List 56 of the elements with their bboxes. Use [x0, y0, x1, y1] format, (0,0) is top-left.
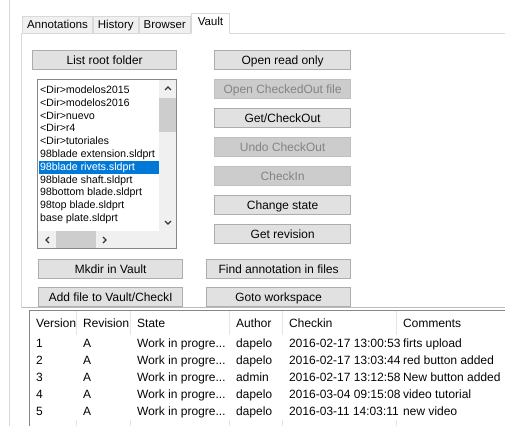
tab[interactable]: Browser: [138, 16, 191, 33]
file-list-item[interactable]: <Dir>tutoriales: [39, 135, 161, 148]
table-cell-text: A: [82, 403, 92, 420]
file-list-item[interactable]: 98blade extension.sldprt: [39, 148, 161, 161]
file-list-item[interactable]: 98top blade.sldprt: [39, 199, 161, 212]
vault-action-button[interactable]: Get/CheckOut: [214, 108, 351, 128]
list-root-button[interactable]: List root folder: [32, 50, 177, 70]
scroll-thumb[interactable]: [159, 98, 176, 132]
file-list-item[interactable]: 98blade shaft.sldprt: [39, 174, 161, 186]
table-cell-text: admin: [235, 369, 270, 386]
vault-action-button[interactable]: Change state: [214, 195, 351, 215]
column-header[interactable]: Author: [230, 311, 283, 335]
table-cell-text: dapelo: [235, 403, 274, 420]
table-cell-text: Work in progre...: [136, 352, 226, 369]
tab[interactable]: History: [92, 16, 139, 33]
table-cell-text: 3: [35, 369, 44, 386]
table-cell-text: 2016-03-11 14:03:11: [288, 403, 397, 420]
file-list-item[interactable]: base plate.sldprt: [39, 212, 161, 225]
table-cell-text: A: [82, 335, 92, 352]
column-header[interactable]: Checkin: [283, 311, 397, 335]
workspace-button[interactable]: Goto workspace: [206, 287, 351, 307]
table-cell-text: new video: [402, 403, 458, 420]
table-cell-text: 5: [35, 403, 44, 420]
vault-action-button[interactable]: Get revision: [214, 224, 351, 244]
file-list-item[interactable]: <Dir>modelos2016: [39, 96, 161, 110]
table-cell-text: A: [82, 386, 92, 403]
vault-action-button[interactable]: Open read only: [214, 50, 351, 70]
file-list-item[interactable]: <Dir>modelos2015: [39, 84, 161, 97]
vertical-scrollbar[interactable]: [159, 80, 176, 231]
file-list-item[interactable]: 98blade rivets.sldprt: [39, 160, 161, 174]
tab[interactable]: Annotations: [22, 16, 93, 33]
workspace-button[interactable]: Find annotation in files: [206, 259, 351, 279]
file-list-item[interactable]: <Dir>r4: [39, 122, 161, 136]
column-header[interactable]: Version: [30, 311, 77, 335]
table-cell-text: Work in progre...: [136, 386, 226, 403]
vault-button[interactable]: Add file to Vault/CheckI: [38, 287, 183, 307]
table-cell-text: Work in progre...: [136, 335, 226, 352]
table-cell-text: 2: [35, 352, 44, 369]
column-header[interactable]: State: [131, 311, 230, 335]
scroll-thumb[interactable]: [56, 231, 96, 248]
table-cell-text: 1: [35, 335, 44, 352]
table-cell-text: Work in progre...: [136, 403, 226, 420]
table-cell-text: dapelo: [235, 386, 274, 403]
table-cell-text: A: [82, 352, 92, 369]
tab[interactable]: Vault: [190, 13, 230, 34]
file-list-item[interactable]: <Dir>nuevo: [39, 110, 161, 122]
column-header[interactable]: Comments: [397, 311, 505, 335]
table-cell-text: dapelo: [235, 352, 274, 369]
vault-button[interactable]: Mkdir in Vault: [38, 259, 183, 279]
horizontal-scrollbar[interactable]: [38, 231, 176, 248]
table-cell-text: A: [82, 369, 92, 386]
file-list-item[interactable]: 98bottom blade.sldprt: [39, 186, 161, 200]
table-cell-text: 4: [35, 386, 44, 403]
table-cell-text: dapelo: [235, 335, 274, 352]
column-header[interactable]: Revision: [77, 311, 131, 335]
table-cell-text: Work in progre...: [136, 369, 226, 386]
